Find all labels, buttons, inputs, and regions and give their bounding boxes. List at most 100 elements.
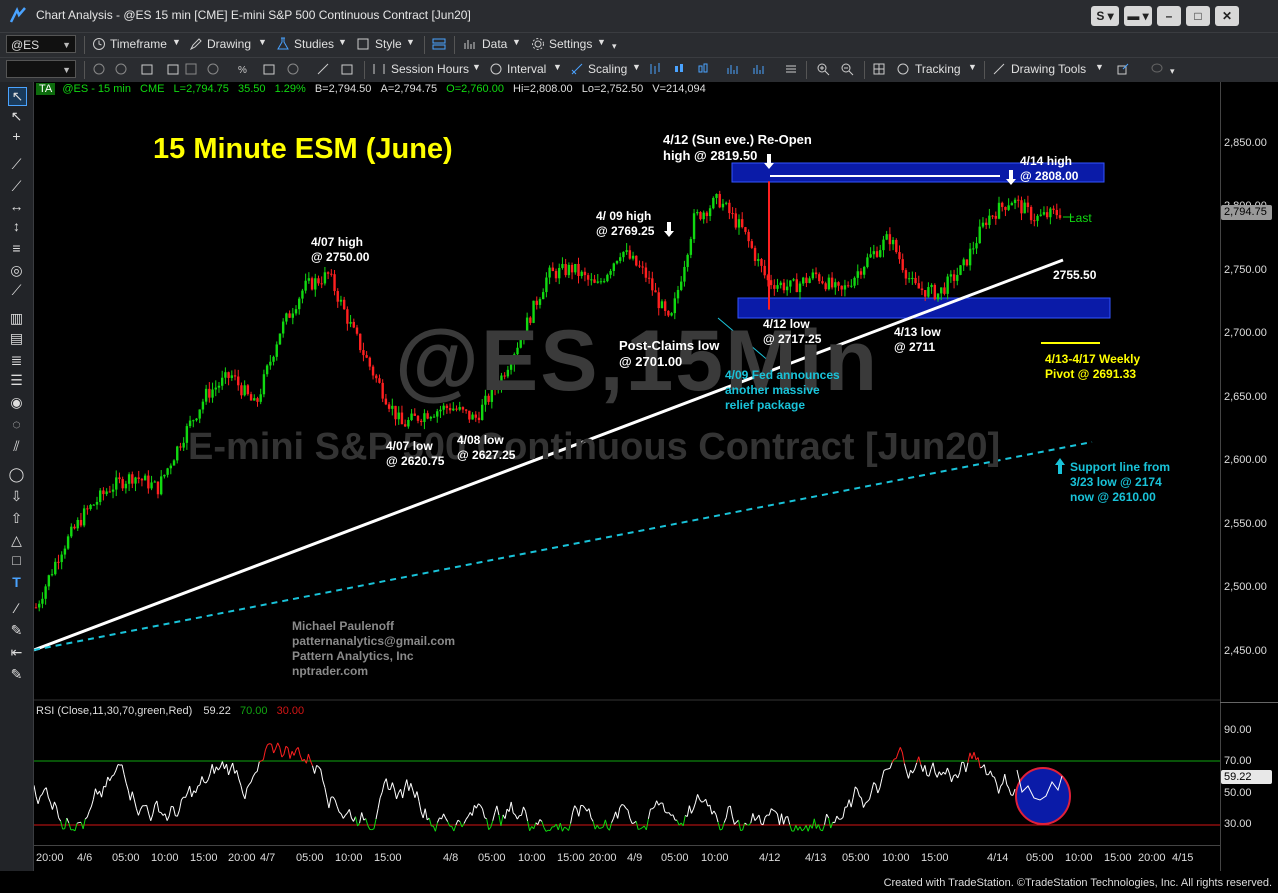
calendar-icon[interactable]: [166, 62, 180, 76]
ellipse-icon[interactable]: ◯: [8, 466, 25, 483]
grid-icon[interactable]: [872, 62, 886, 76]
timeframe-menu[interactable]: Timeframe: [110, 37, 167, 51]
eraser-icon[interactable]: ✎: [8, 622, 25, 639]
symbol-input[interactable]: @ES ▼: [6, 35, 76, 53]
drawing-tools-menu[interactable]: Drawing Tools: [1011, 62, 1086, 76]
rsi-segment: [695, 794, 699, 803]
export-icon[interactable]: [1116, 62, 1130, 76]
drawing-menu[interactable]: Drawing: [207, 37, 251, 51]
layout-icon[interactable]: [432, 37, 446, 51]
tracking-menu[interactable]: Tracking: [915, 62, 961, 76]
rsi-segment: [916, 756, 920, 764]
candle-icon[interactable]: [672, 62, 686, 76]
candle-body: [1036, 215, 1039, 221]
settings-menu[interactable]: Settings: [549, 37, 592, 51]
zoom-in-icon[interactable]: [816, 62, 830, 76]
interval-menu[interactable]: Interval: [507, 62, 546, 76]
arc-icon[interactable]: ◌: [8, 416, 25, 433]
bar-chart-icon[interactable]: [648, 62, 662, 76]
rsi-segment: [1002, 773, 1006, 784]
overflow-icon[interactable]: ▾: [612, 41, 617, 52]
candle-body: [259, 394, 262, 402]
grid-icon[interactable]: [184, 62, 198, 76]
rsi-segment: [82, 819, 86, 830]
table-icon[interactable]: ▤: [8, 330, 25, 347]
calendar-icon[interactable]: [140, 62, 154, 76]
percent-icon[interactable]: %: [236, 62, 250, 76]
rsi-segment: [232, 762, 236, 774]
rsi-segment: [998, 786, 1002, 794]
candle-body: [359, 333, 362, 351]
candle-body: [798, 283, 802, 293]
rsi-segment: [127, 790, 131, 801]
channel-icon[interactable]: ≡: [8, 240, 25, 257]
text-icon[interactable]: T: [8, 574, 25, 591]
rsi-segment: [334, 799, 338, 807]
candle-body: [680, 281, 683, 290]
levels-icon[interactable]: ▥: [8, 310, 25, 327]
style-menu[interactable]: Style: [375, 37, 402, 51]
scaling-menu[interactable]: Scaling: [588, 62, 627, 76]
zoom-out-icon[interactable]: [840, 62, 854, 76]
tool-icon[interactable]: [316, 62, 330, 76]
collapse-icon[interactable]: ⇤: [8, 644, 25, 661]
edit-icon[interactable]: ✎: [8, 666, 25, 683]
ta-badge[interactable]: TA: [36, 83, 56, 95]
volume-icon[interactable]: [726, 62, 740, 76]
studies-menu[interactable]: Studies: [294, 37, 334, 51]
pointer-alt-icon[interactable]: ↖: [8, 108, 25, 125]
pointer-icon[interactable]: ↖: [8, 87, 27, 106]
circle-icon[interactable]: [114, 62, 128, 76]
candle-body: [635, 255, 638, 266]
circle-tool-icon[interactable]: ◎: [8, 262, 25, 279]
close-button[interactable]: ✕: [1215, 6, 1239, 26]
ray-icon[interactable]: ⟋: [8, 178, 25, 195]
dots-icon[interactable]: [752, 62, 766, 76]
rsi-segment: [391, 782, 395, 790]
rectangle-icon[interactable]: □: [8, 552, 25, 569]
candle-body: [869, 254, 872, 258]
window-menu-button[interactable]: ▬ ▾: [1124, 6, 1152, 26]
session-hours-menu[interactable]: Session Hours: [391, 62, 469, 76]
symbol-link-button[interactable]: S ▾: [1091, 6, 1119, 26]
data-menu[interactable]: Data: [482, 37, 507, 51]
lines-icon[interactable]: [784, 62, 798, 76]
vertical-line-icon[interactable]: ↕: [8, 218, 25, 235]
maximize-button[interactable]: □: [1186, 6, 1210, 26]
rsi-segment: [51, 801, 55, 810]
candle-body: [355, 327, 359, 334]
circle-icon[interactable]: [286, 62, 300, 76]
candle-body: [991, 215, 994, 217]
price-chart[interactable]: [34, 82, 1220, 871]
rsi-segment: [226, 764, 230, 776]
fib-retracement-icon[interactable]: ≣: [8, 352, 25, 369]
fib-extension-icon[interactable]: ☰: [8, 372, 25, 389]
workspace-combo[interactable]: ▼: [6, 60, 76, 78]
candle-body: [811, 272, 815, 279]
candle-body: [541, 292, 545, 300]
time-tick: 05:00: [296, 852, 324, 864]
candle-body: [272, 356, 275, 362]
chat-icon[interactable]: [1150, 62, 1164, 76]
arrow-up-icon[interactable]: ⇧: [8, 510, 25, 527]
pen-icon[interactable]: ∕: [8, 600, 25, 617]
fib-icon[interactable]: ⟋: [8, 282, 25, 299]
arrow-down-icon[interactable]: ⇩: [8, 488, 25, 505]
minimize-button[interactable]: –: [1157, 6, 1181, 26]
crosshair-icon[interactable]: +: [8, 128, 25, 145]
speed-lines-icon[interactable]: ⫽: [8, 438, 25, 455]
rsi-segment: [520, 806, 524, 816]
candle-body: [628, 250, 632, 259]
triangle-icon[interactable]: △: [8, 532, 25, 549]
calendar-icon[interactable]: [340, 62, 354, 76]
horizontal-line-icon[interactable]: ↔: [8, 198, 25, 215]
candle-body: [692, 213, 696, 240]
circle-icon[interactable]: [206, 62, 220, 76]
trendline-icon[interactable]: ⟋: [8, 156, 25, 173]
spiral-icon[interactable]: ◉: [8, 394, 25, 411]
rsi-segment: [480, 805, 483, 810]
circle-icon[interactable]: [92, 62, 106, 76]
candle-hollow-icon[interactable]: [696, 62, 710, 76]
calendar-icon[interactable]: [262, 62, 276, 76]
candle-body: [73, 526, 76, 529]
